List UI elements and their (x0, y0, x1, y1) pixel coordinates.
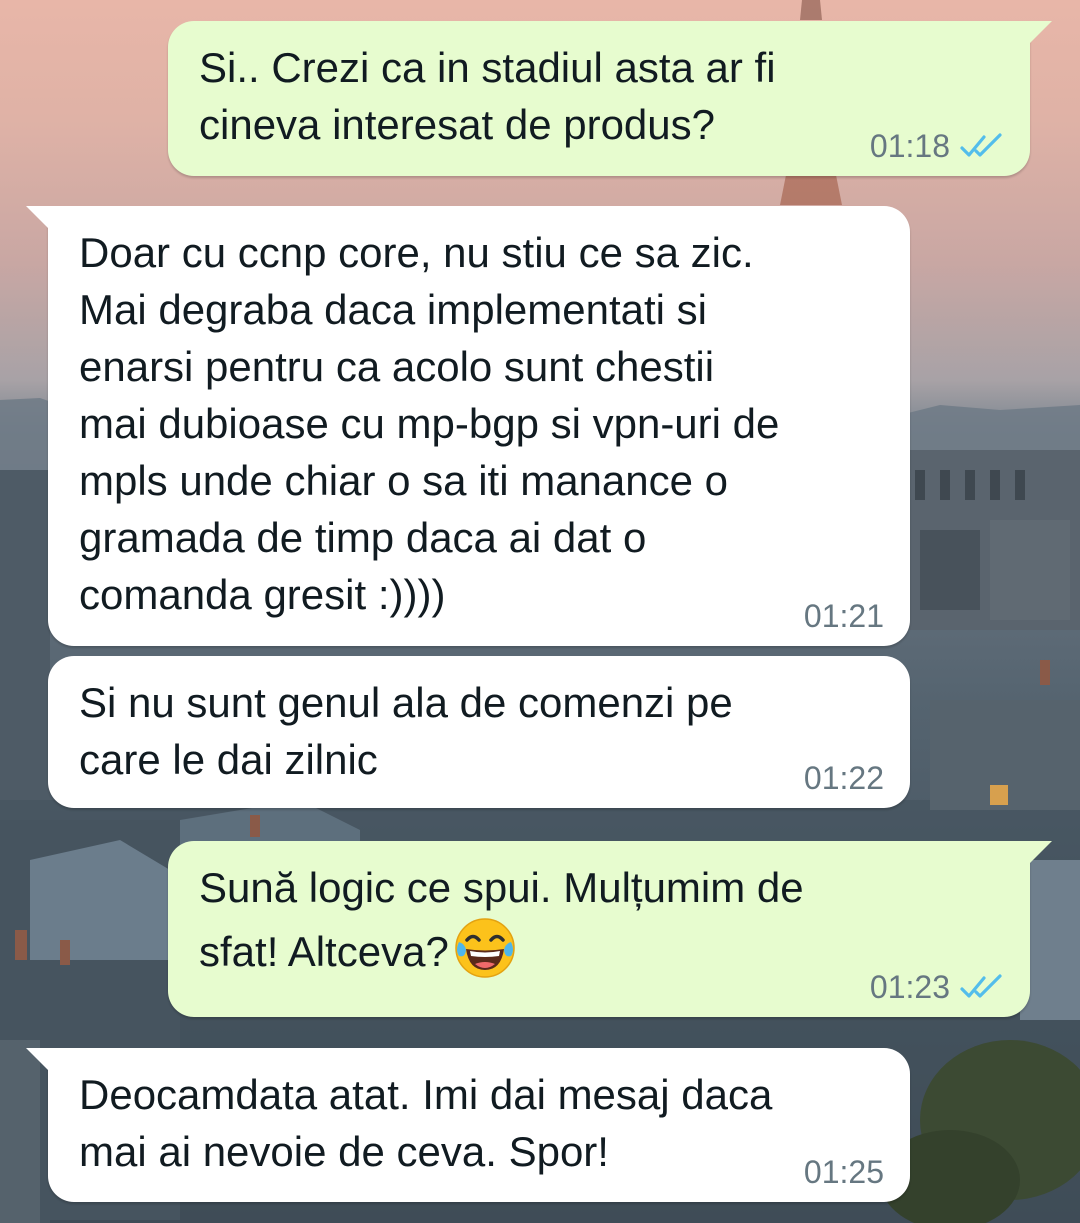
message-bubble-outgoing[interactable]: Si.. Crezi ca in stadiul asta ar fi cine… (168, 21, 1052, 176)
bubble-tail (1030, 21, 1052, 43)
message-text: Si nu sunt genul ala de comenzi pe care … (79, 679, 733, 783)
message-bubble-incoming[interactable]: Doar cu ccnp core, nu stiu ce sa zic. Ma… (26, 206, 910, 646)
message-meta: 01:18 (870, 130, 1004, 162)
bubble-tail (26, 206, 48, 228)
bubble-tail (26, 1048, 48, 1070)
face-with-tears-of-joy-icon (453, 916, 517, 980)
message-text: Deocamdata atat. Imi dai mesaj daca mai … (79, 1071, 773, 1175)
double-check-read-icon (960, 133, 1004, 159)
message-time: 01:18 (869, 128, 950, 164)
message-time: 01:21 (803, 598, 884, 634)
bubble-tail (1030, 841, 1052, 863)
message-meta: 01:22 (804, 762, 884, 794)
message-time: 01:25 (803, 1154, 884, 1190)
message-meta: 01:25 (804, 1156, 884, 1188)
message-time: 01:23 (869, 969, 950, 1005)
message-bubble-outgoing[interactable]: Sună logic ce spui. Mulțumim de sfat! Al… (168, 841, 1052, 1017)
message-text: Doar cu ccnp core, nu stiu ce sa zic. Ma… (79, 229, 780, 618)
double-check-read-icon (960, 974, 1004, 1000)
message-meta: 01:23 (870, 971, 1004, 1003)
message-text: Sună logic ce spui. Mulțumim de sfat! Al… (199, 859, 804, 980)
message-time: 01:22 (803, 760, 884, 796)
message-bubble-incoming[interactable]: Si nu sunt genul ala de comenzi pe care … (48, 656, 910, 808)
message-meta: 01:21 (804, 600, 884, 632)
message-text: Si.. Crezi ca in stadiul asta ar fi cine… (199, 44, 776, 148)
message-bubble-incoming[interactable]: Deocamdata atat. Imi dai mesaj daca mai … (26, 1048, 910, 1202)
